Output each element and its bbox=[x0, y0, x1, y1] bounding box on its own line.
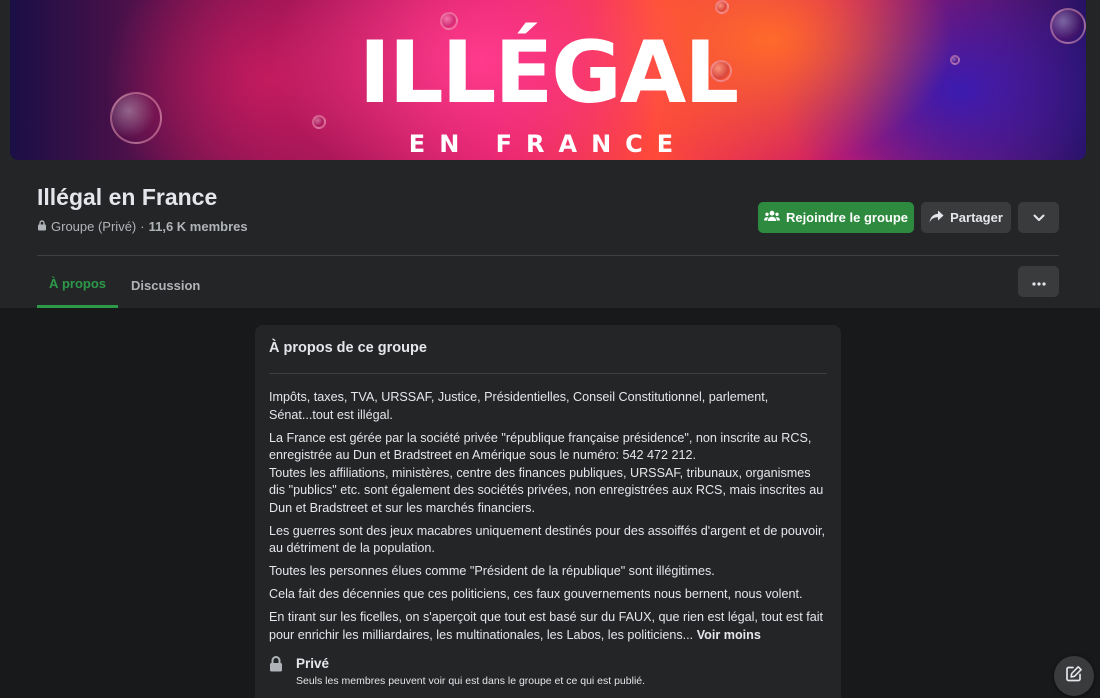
about-paragraph-line: Toutes les affiliations, ministères, cen… bbox=[269, 465, 824, 515]
group-meta: Groupe (Privé) · 11,6 K membres bbox=[37, 219, 248, 234]
about-card-title: À propos de ce groupe bbox=[269, 340, 427, 356]
about-paragraph: En tirant sur les ficelles, on s'aperçoi… bbox=[269, 609, 829, 644]
join-group-label: Rejoindre le groupe bbox=[785, 210, 909, 225]
about-description: Impôts, taxes, TVA, URSSAF, Justice, Pré… bbox=[269, 389, 829, 650]
cover-subtitle-text: EN FRANCE bbox=[408, 130, 688, 158]
group-member-count[interactable]: 11,6 K membres bbox=[149, 219, 248, 234]
cover-bubble bbox=[715, 0, 729, 14]
cover-title-text: ILLÉGAL bbox=[358, 23, 739, 123]
compose-icon bbox=[1065, 665, 1083, 688]
about-card: À propos de ce groupe Impôts, taxes, TVA… bbox=[255, 325, 841, 698]
group-privacy-label[interactable]: Groupe (Privé) bbox=[51, 219, 136, 234]
new-message-button[interactable] bbox=[1054, 656, 1094, 696]
about-paragraph: Toutes les personnes élues comme "Présid… bbox=[269, 564, 715, 578]
group-header-panel: ILLÉGAL EN FRANCE Illégal en France Grou… bbox=[0, 0, 1100, 308]
lock-icon bbox=[37, 219, 47, 234]
cover-photo[interactable]: ILLÉGAL EN FRANCE bbox=[10, 0, 1086, 160]
tab-about[interactable]: À propos bbox=[37, 262, 118, 308]
tab-options-button[interactable] bbox=[1018, 266, 1059, 297]
meta-separator: · bbox=[140, 219, 145, 234]
chevron-down-icon bbox=[1033, 210, 1045, 225]
about-paragraph: Les guerres sont des jeux macabres uniqu… bbox=[269, 523, 825, 556]
about-paragraph: Impôts, taxes, TVA, URSSAF, Justice, Pré… bbox=[269, 390, 769, 422]
cover-bubble bbox=[312, 115, 326, 129]
about-paragraph: La France est gérée par la société privé… bbox=[269, 430, 829, 518]
group-members-icon bbox=[763, 210, 780, 225]
tab-discussion[interactable]: Discussion bbox=[131, 262, 200, 308]
header-divider bbox=[37, 255, 1059, 256]
ellipsis-icon bbox=[1031, 273, 1046, 290]
join-group-button[interactable]: Rejoindre le groupe bbox=[758, 202, 914, 233]
share-button[interactable]: Partager bbox=[921, 202, 1011, 233]
share-arrow-icon bbox=[929, 210, 944, 226]
more-options-button[interactable] bbox=[1018, 202, 1059, 233]
share-label: Partager bbox=[950, 210, 1003, 225]
privacy-description: Seuls les membres peuvent voir qui est d… bbox=[296, 675, 646, 687]
about-paragraph-line: La France est gérée par la société privé… bbox=[269, 430, 812, 463]
about-paragraph: Cela fait des décennies que ces politici… bbox=[269, 587, 803, 601]
see-less-link[interactable]: Voir moins bbox=[697, 628, 761, 642]
group-title[interactable]: Illégal en France bbox=[37, 184, 217, 211]
about-card-divider bbox=[269, 373, 827, 374]
lock-icon bbox=[269, 656, 283, 677]
privacy-title: Privé bbox=[296, 656, 330, 671]
